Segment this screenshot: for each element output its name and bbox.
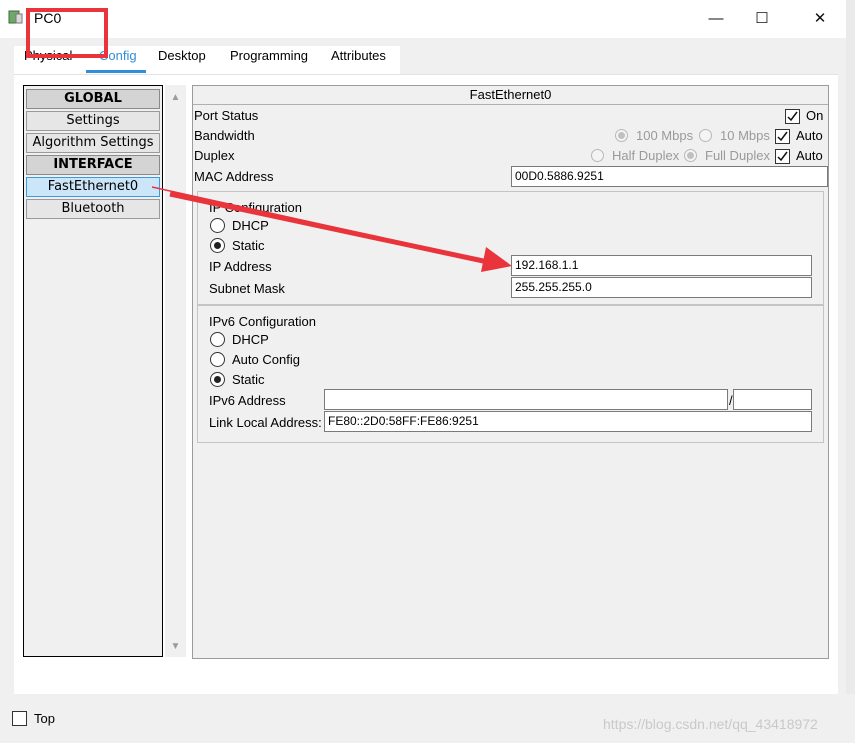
annotation-arrow-layer: [151, 186, 512, 272]
annotation-arrow-shaft: [169, 191, 489, 265]
annotation-arrowhead-icon: [481, 247, 512, 272]
